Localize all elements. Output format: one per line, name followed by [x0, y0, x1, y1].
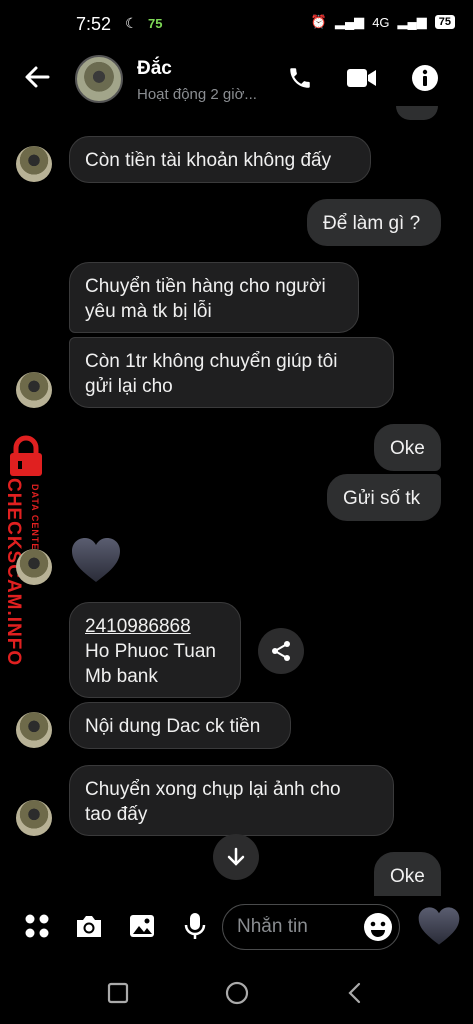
- moon-icon: ☾: [125, 15, 138, 31]
- video-call-icon[interactable]: [345, 61, 379, 95]
- sender-avatar[interactable]: [16, 146, 52, 182]
- account-number-link[interactable]: 2410986868: [85, 614, 225, 639]
- sender-avatar[interactable]: [16, 800, 52, 836]
- gallery-icon[interactable]: [124, 908, 160, 944]
- recent-apps-icon[interactable]: [103, 978, 133, 1008]
- sender-avatar[interactable]: [16, 549, 52, 585]
- info-icon[interactable]: [408, 61, 442, 95]
- active-status: Hoạt động 2 giờ...: [137, 86, 257, 103]
- message-bubble-received[interactable]: Còn tiền tài khoản không đấy: [69, 136, 371, 183]
- sender-avatar[interactable]: [16, 372, 52, 408]
- watermark-tag: DATA CENTER: [30, 484, 40, 558]
- message-bubble-sent[interactable]: Oke: [374, 424, 441, 471]
- camera-icon[interactable]: [71, 908, 107, 944]
- back-nav-icon[interactable]: [340, 978, 370, 1008]
- message-text-line: gửi lại cho: [85, 376, 173, 397]
- contact-avatar[interactable]: [75, 55, 123, 103]
- phone-call-icon[interactable]: [283, 61, 317, 95]
- message-bubble-sent[interactable]: Để làm gì ?: [307, 199, 441, 246]
- message-text-line: Chuyển tiền hàng cho người: [85, 276, 326, 297]
- status-time: 7:52: [76, 14, 112, 34]
- message-text: Oke: [390, 866, 425, 887]
- arrow-down-icon: [227, 847, 245, 866]
- message-bubble-received[interactable]: 2410986868 Ho Phuoc Tuan Mb bank: [69, 602, 241, 698]
- share-button[interactable]: [258, 628, 304, 674]
- message-text-line: Ho Phuoc Tuan: [85, 641, 216, 662]
- signal-icon: ▂▄▆: [334, 14, 365, 29]
- scroll-down-button[interactable]: [213, 834, 259, 880]
- heart-reaction-icon[interactable]: [70, 536, 122, 584]
- message-text-line: tao đấy: [85, 804, 148, 825]
- message-text: Để làm gì ?: [323, 213, 421, 234]
- message-text: Oke: [390, 438, 425, 459]
- signal-icon-2: ▂▄▆: [397, 14, 427, 29]
- apps-grid-icon[interactable]: [19, 908, 55, 944]
- status-icons: ⏰ ▂▄▆ 4G ▂▄▆ 75: [311, 14, 455, 30]
- battery-icon: 75: [434, 15, 455, 29]
- message-bubble-received[interactable]: Còn 1tr không chuyển giúp tôi gửi lại ch…: [69, 337, 394, 408]
- message-bubble-sent[interactable]: Oke: [374, 852, 441, 896]
- message-text: Còn tiền tài khoản không đấy: [85, 150, 332, 171]
- message-bubble-received[interactable]: Chuyển xong chụp lại ảnh cho tao đấy: [69, 765, 394, 836]
- message-text-line: Chuyển xong chụp lại ảnh cho: [85, 779, 341, 800]
- alarm-icon: ⏰: [310, 14, 327, 29]
- contact-name[interactable]: Đắc: [137, 58, 172, 80]
- share-icon: [272, 641, 290, 661]
- partial-bubble: [396, 106, 438, 120]
- message-text: Nội dung Dac ck tiền: [85, 716, 261, 737]
- message-bubble-received[interactable]: Chuyển tiền hàng cho người yêu mà tk bị …: [69, 262, 359, 333]
- emoji-icon[interactable]: [362, 911, 394, 943]
- message-bubble-sent[interactable]: Gửi số tk: [327, 474, 441, 521]
- microphone-icon[interactable]: [177, 908, 213, 944]
- home-icon[interactable]: [222, 978, 252, 1008]
- battery-percent-small: 75: [148, 16, 163, 31]
- message-text-line: Mb bank: [85, 666, 158, 687]
- message-text-line: Còn 1tr không chuyển giúp tôi: [85, 351, 338, 372]
- message-bubble-received[interactable]: Nội dung Dac ck tiền: [69, 702, 291, 749]
- message-text: Gửi số tk: [343, 488, 421, 509]
- back-arrow-icon[interactable]: [22, 62, 52, 92]
- send-heart-icon[interactable]: [417, 905, 461, 947]
- sender-avatar[interactable]: [16, 712, 52, 748]
- network-type: 4G: [372, 14, 390, 30]
- lock-watermark-icon: [4, 434, 48, 478]
- message-text-line: yêu mà tk bị lỗi: [85, 301, 212, 322]
